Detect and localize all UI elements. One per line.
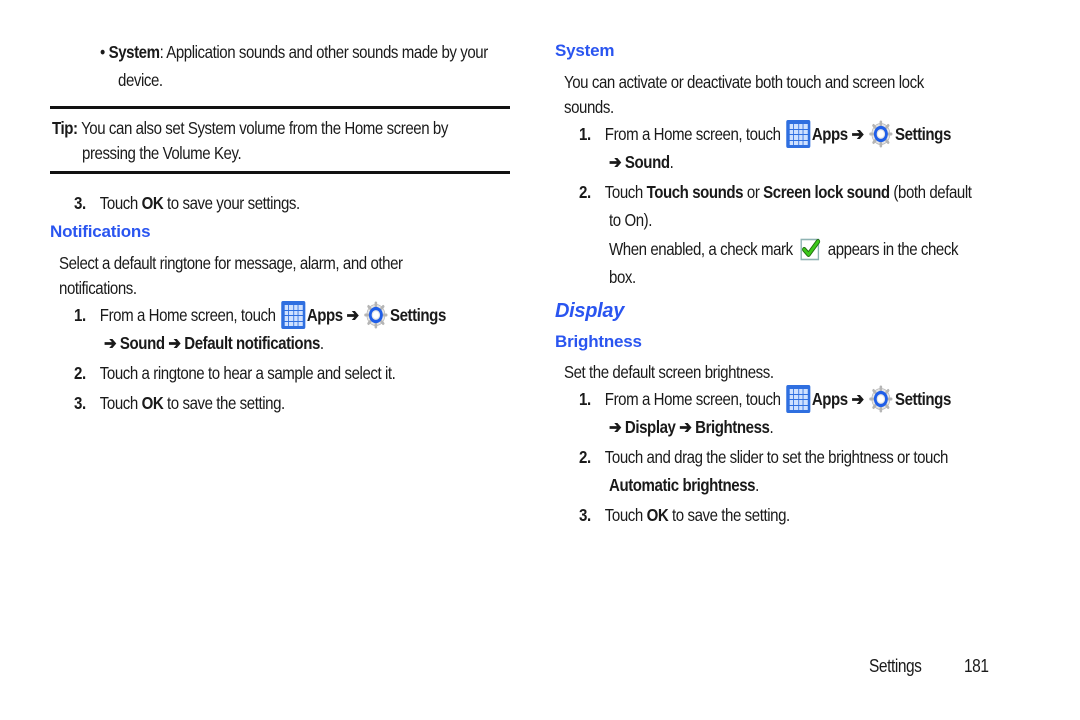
step-text: From a Home screen, touch xyxy=(604,124,785,144)
tip-label: Tip: xyxy=(52,118,78,138)
period: . xyxy=(755,475,759,495)
step-text: Touch xyxy=(604,505,647,525)
menu-path: ➔ Display ➔ Brightness xyxy=(609,417,770,437)
note-text: When enabled, a check mark xyxy=(609,239,797,259)
period: . xyxy=(669,152,674,172)
bullet-system-line2: device. xyxy=(118,70,163,90)
system-step-2-line2: to On). xyxy=(609,210,652,230)
settings-gear-icon xyxy=(869,385,893,413)
step-number: 2. xyxy=(74,363,86,383)
tip-top-rule xyxy=(50,106,510,109)
step-text: Touch xyxy=(99,393,142,413)
checked-checkbox-icon xyxy=(800,238,821,261)
notifications-step-2: 2. Touch a ringtone to hear a sample and … xyxy=(74,359,396,387)
brightness-step-2: 2. Touch and drag the slider to set the b… xyxy=(579,443,948,471)
heading-notifications: Notifications xyxy=(50,222,151,241)
system-step-1: 1. From a Home screen, touch Apps ➔ Setti… xyxy=(579,120,951,148)
step-number: 3. xyxy=(579,505,591,525)
bullet-system: • System: Application sounds and other s… xyxy=(100,38,488,66)
apps-label: Apps xyxy=(811,389,848,409)
bullet-text: : Application sounds and other sounds ma… xyxy=(159,42,489,62)
settings-label: Settings xyxy=(389,305,446,325)
notifications-step-3: 3. Touch OK to save the setting. xyxy=(74,389,285,417)
step-text: Touch xyxy=(99,193,142,213)
brightness-step-3: 3. Touch OK to save the setting. xyxy=(579,501,790,529)
notifications-intro-line2: notifications. xyxy=(59,278,137,298)
brightness-step-1: 1. From a Home screen, touch Apps ➔ Setti… xyxy=(579,385,951,413)
apps-label: Apps xyxy=(306,305,343,325)
step-text: From a Home screen, touch xyxy=(99,305,280,325)
system-step-2: 2. Touch Touch sounds or Screen lock soun… xyxy=(579,178,972,206)
step-text: Touch xyxy=(604,182,647,202)
brightness-intro: Set the default screen brightness. xyxy=(564,362,774,382)
screen-lock-sound-label: Screen lock sound xyxy=(763,182,890,202)
system-step-2-note: When enabled, a check mark appears in th… xyxy=(609,235,958,263)
heading-system: System xyxy=(555,41,615,60)
ok-label: OK xyxy=(141,193,164,213)
system-step-1-path: ➔ Sound. xyxy=(609,148,674,176)
menu-path: ➔ Sound xyxy=(609,152,670,172)
step-number: 1. xyxy=(74,305,86,325)
settings-label: Settings xyxy=(894,389,951,409)
ok-label: OK xyxy=(646,505,669,525)
tip-text: You can also set System volume from the … xyxy=(77,118,448,138)
apps-label: Apps xyxy=(811,124,848,144)
step-save-settings: 3. Touch OK to save your settings. xyxy=(74,189,300,217)
footer-section-title: Settings xyxy=(869,656,922,676)
step-number: 2. xyxy=(579,182,591,202)
step-number: 3. xyxy=(74,393,86,413)
apps-grid-icon xyxy=(786,120,811,148)
ok-label: OK xyxy=(141,393,164,413)
apps-grid-icon xyxy=(786,385,811,413)
step-text-end: to save your settings. xyxy=(163,193,300,213)
notifications-step-1-path: ➔ Sound ➔ Default notifications. xyxy=(104,329,324,357)
settings-label: Settings xyxy=(894,124,951,144)
notifications-intro-line1: Select a default ringtone for message, a… xyxy=(59,253,403,273)
settings-gear-icon xyxy=(364,301,388,329)
system-intro-line2: sounds. xyxy=(564,97,614,117)
heading-brightness: Brightness xyxy=(555,332,642,351)
step-text: Touch and drag the slider to set the bri… xyxy=(604,447,949,467)
footer-page-number: 181 xyxy=(964,656,989,676)
tip-bottom-rule xyxy=(50,171,510,174)
automatic-brightness-label: Automatic brightness xyxy=(609,475,756,495)
note-text-end: appears in the check xyxy=(824,239,959,259)
step-number: 1. xyxy=(579,389,591,409)
tip-line2: pressing the Volume Key. xyxy=(82,143,242,163)
step-text: Touch a ringtone to hear a sample and se… xyxy=(99,363,396,383)
arrow: ➔ xyxy=(847,389,868,409)
step-number: 1. xyxy=(579,124,591,144)
menu-path: ➔ Sound ➔ Default notifications xyxy=(104,333,320,353)
step-text-end: (both default xyxy=(889,182,972,202)
settings-gear-icon xyxy=(869,120,893,148)
bullet-label: System xyxy=(108,42,160,62)
step-text: From a Home screen, touch xyxy=(604,389,785,409)
step-number: 2. xyxy=(579,447,591,467)
apps-grid-icon xyxy=(281,301,306,329)
system-step-2-note-line2: box. xyxy=(609,267,636,287)
touch-sounds-label: Touch sounds xyxy=(646,182,744,202)
brightness-step-1-path: ➔ Display ➔ Brightness. xyxy=(609,413,774,441)
tip-line1: Tip: You can also set System volume from… xyxy=(52,114,448,142)
brightness-step-2-line2: Automatic brightness. xyxy=(609,471,759,499)
step-text-mid: or xyxy=(743,182,764,202)
step-text-end: to save the setting. xyxy=(163,393,285,413)
step-text-end: to save the setting. xyxy=(668,505,790,525)
step-number: 3. xyxy=(74,193,86,213)
heading-display: Display xyxy=(555,300,625,322)
arrow: ➔ xyxy=(847,124,868,144)
notifications-step-1: 1. From a Home screen, touch Apps ➔ Setti… xyxy=(74,301,446,329)
arrow: ➔ xyxy=(342,305,363,325)
period: . xyxy=(319,333,324,353)
period: . xyxy=(769,417,774,437)
system-intro-line1: You can activate or deactivate both touc… xyxy=(564,72,924,92)
bullet-dot: • xyxy=(100,42,109,62)
